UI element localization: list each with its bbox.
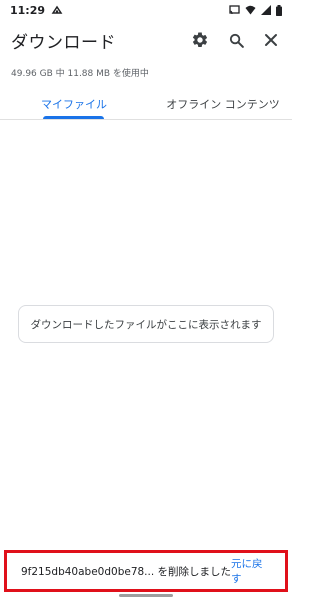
cloud-sync-icon — [51, 5, 63, 15]
wifi-icon — [245, 5, 256, 15]
page-title: ダウンロード — [11, 33, 116, 53]
tab-offline-content[interactable]: オフライン コンテンツ — [158, 88, 288, 119]
status-bar: 11:29 — [0, 0, 292, 20]
empty-state-text: ダウンロードしたファイルがここに表示されます — [30, 318, 262, 331]
gesture-nav-handle[interactable] — [119, 594, 173, 597]
close-icon[interactable] — [259, 28, 283, 52]
signal-icon — [261, 5, 271, 15]
storage-usage-text: 49.96 GB 中 11.88 MB を使用中 — [11, 69, 149, 79]
undo-button[interactable]: 元に戻す — [231, 556, 273, 586]
app-bar: ダウンロード — [0, 22, 292, 58]
snackbar-message: 9f215db40abe0d0be78... を削除しました — [21, 565, 232, 578]
empty-state-message: ダウンロードしたファイルがここに表示されます — [18, 305, 274, 343]
status-icons — [229, 4, 282, 16]
battery-icon — [276, 4, 282, 16]
active-tab-indicator — [43, 116, 104, 119]
tab-bar: マイファイル オフライン コンテンツ — [0, 88, 292, 120]
status-time: 11:29 — [10, 3, 46, 17]
cast-icon — [229, 5, 240, 15]
tab-my-files[interactable]: マイファイル — [24, 88, 124, 119]
search-icon[interactable] — [224, 28, 248, 52]
settings-icon[interactable] — [188, 28, 212, 52]
snackbar: 9f215db40abe0d0be78... を削除しました 元に戻す — [4, 550, 288, 592]
